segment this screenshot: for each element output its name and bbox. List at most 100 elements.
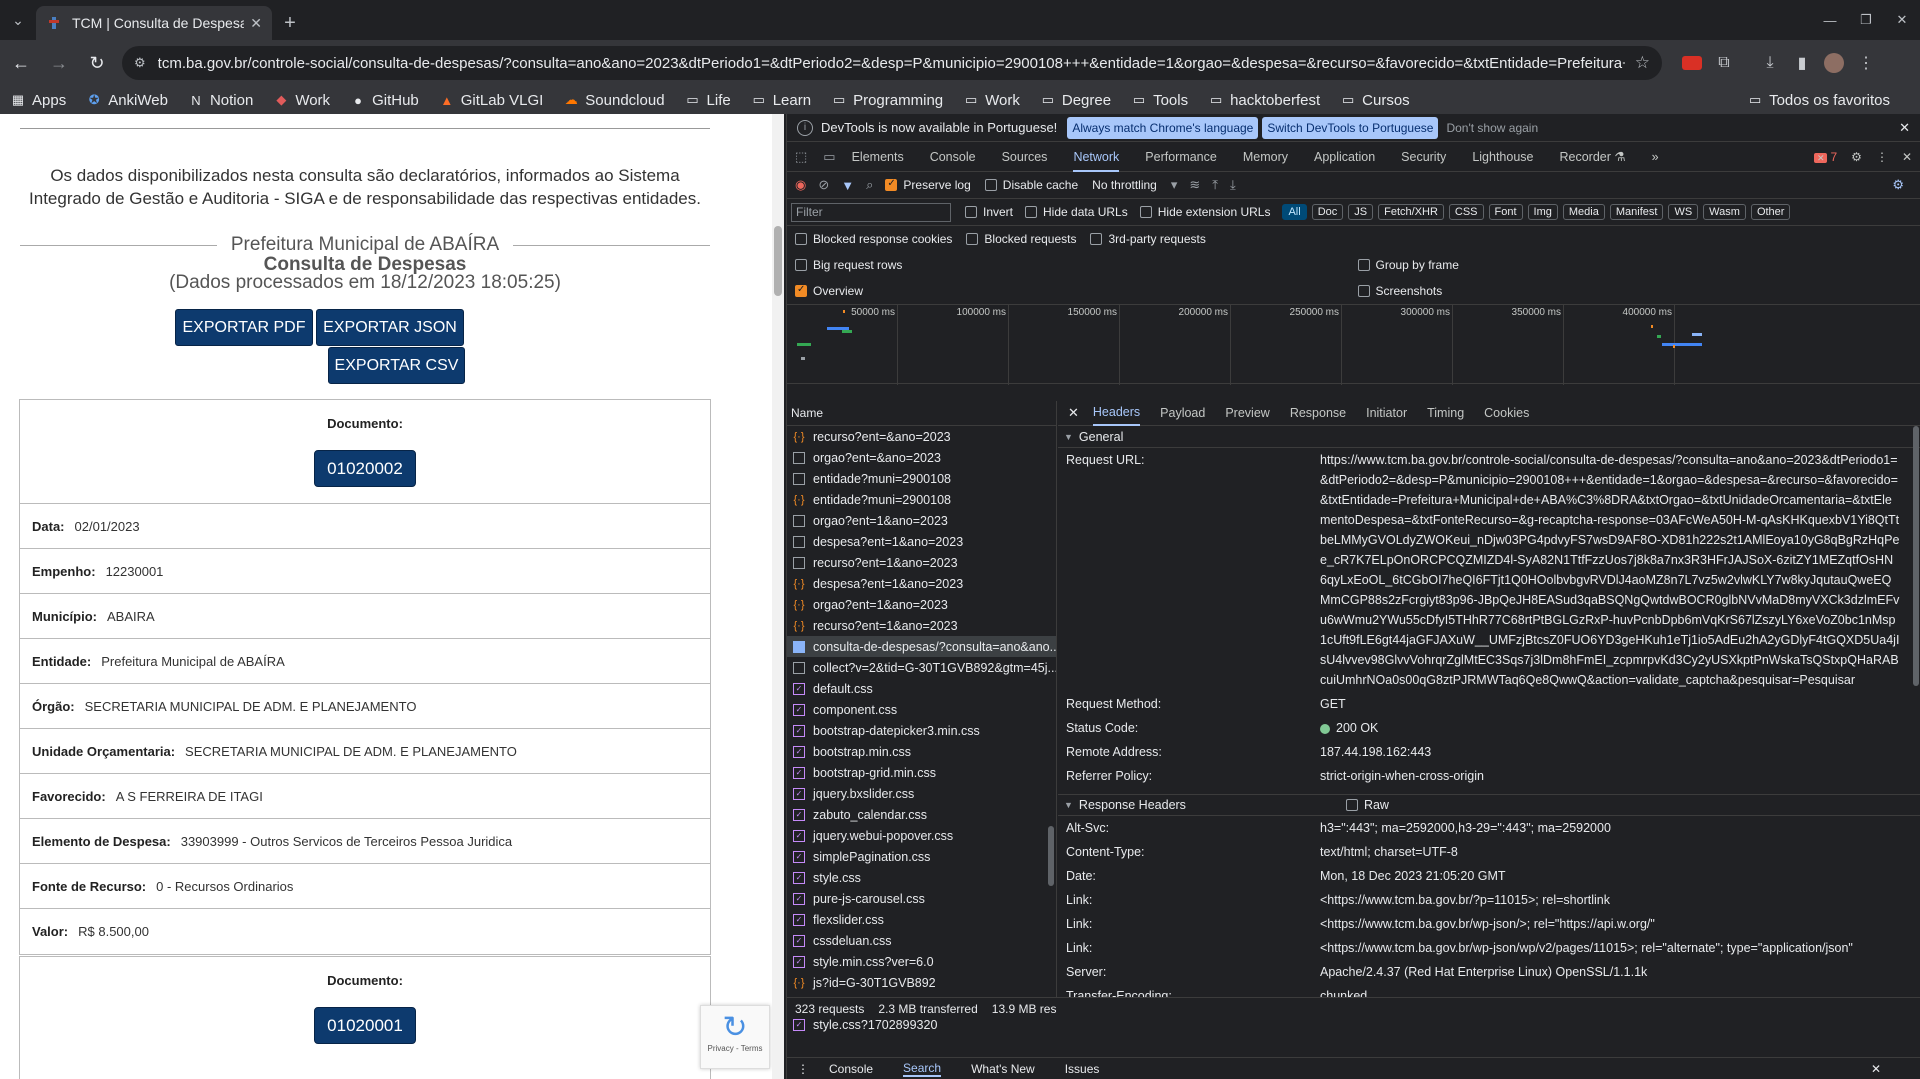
close-infobar-icon[interactable]: ✕: [1899, 120, 1910, 136]
request-row[interactable]: {·} orgao?ent=1&ano=2023: [787, 594, 1056, 615]
type-filter-font[interactable]: Font: [1488, 204, 1523, 220]
tab-performance[interactable]: Performance: [1145, 150, 1217, 164]
type-filter-fetchxhr[interactable]: Fetch/XHR: [1378, 204, 1444, 220]
new-tab-button[interactable]: +: [272, 6, 308, 40]
type-filter-manifest[interactable]: Manifest: [1609, 204, 1664, 220]
import-har-icon[interactable]: ⤒: [1212, 177, 1218, 193]
restore-icon[interactable]: ❐: [1848, 0, 1884, 40]
request-row[interactable]: orgao?ent=1&ano=2023: [787, 510, 1056, 531]
request-row[interactable]: ✓ component.css: [787, 699, 1056, 720]
request-row[interactable]: ✓ default.css: [787, 678, 1056, 699]
bookmark-life[interactable]: ▭ Life: [685, 92, 730, 109]
filter-input[interactable]: Filter: [791, 202, 951, 222]
request-row[interactable]: despesa?ent=1&ano=2023: [787, 531, 1056, 552]
detail-tab-timing[interactable]: Timing: [1427, 406, 1464, 420]
document-button[interactable]: 01020002: [314, 450, 416, 487]
export-har-icon[interactable]: ⤓: [1230, 177, 1236, 193]
request-row[interactable]: ✓ style.css: [787, 867, 1056, 888]
device-toolbar-icon[interactable]: ▭: [823, 149, 835, 165]
request-row[interactable]: {·} js?id=G-30T1GVB892: [787, 972, 1056, 993]
detail-scrollbar[interactable]: [1911, 426, 1920, 997]
request-row[interactable]: ✓ bootstrap-datepicker3.min.css: [787, 720, 1056, 741]
request-row[interactable]: collect?v=2&tid=G-30T1GVB892&gtm=45j...: [787, 657, 1056, 678]
bookmark-cursos[interactable]: ▭ Cursos: [1340, 92, 1410, 109]
overview-checkbox[interactable]: [795, 284, 807, 297]
network-conditions-icon[interactable]: ≋: [1189, 177, 1200, 193]
forward-icon[interactable]: →: [42, 46, 76, 80]
type-filter-doc[interactable]: Doc: [1311, 204, 1344, 220]
big-request-rows-checkbox[interactable]: [795, 259, 807, 271]
tab-memory[interactable]: Memory: [1243, 150, 1288, 164]
download-icon[interactable]: ⤓: [1754, 47, 1786, 79]
throttling-select[interactable]: No throttling: [1092, 178, 1157, 192]
close-drawer-icon[interactable]: ✕: [1871, 1062, 1881, 1076]
third-party-checkbox[interactable]: [1090, 233, 1103, 245]
type-filter-media[interactable]: Media: [1562, 204, 1605, 220]
hide-extension-urls-checkbox[interactable]: [1139, 206, 1152, 218]
network-settings-icon[interactable]: ⚙: [1892, 177, 1904, 193]
tab-application[interactable]: Application: [1314, 150, 1375, 164]
type-filter-css[interactable]: CSS: [1448, 204, 1484, 220]
detail-tab-initiator[interactable]: Initiator: [1366, 406, 1407, 420]
bookmark-programming[interactable]: ▭ Programming: [831, 92, 943, 109]
export-csv-button[interactable]: EXPORTAR CSV: [328, 347, 465, 384]
recaptcha-badge[interactable]: ↻ Privacy - Terms: [700, 1005, 770, 1069]
request-row[interactable]: ✓ jquery.bxslider.css: [787, 783, 1056, 804]
type-filter-all[interactable]: All: [1282, 204, 1307, 220]
bookmark-ankiweb[interactable]: ✪ AnkiWeb: [86, 92, 168, 109]
drawer-menu-icon[interactable]: ⋮: [797, 1062, 809, 1076]
request-row[interactable]: {·} recurso?ent=1&ano=2023: [787, 615, 1056, 636]
request-row[interactable]: entidade?muni=2900108: [787, 468, 1056, 489]
tab-close-icon[interactable]: ✕: [250, 15, 262, 32]
dont-show-again-button[interactable]: Don't show again: [1446, 121, 1538, 135]
tab-network[interactable]: Network: [1073, 142, 1120, 172]
kebab-menu-icon[interactable]: ⋮: [1876, 150, 1888, 164]
bookmark-all-favorites[interactable]: ▭ Todos os favoritos: [1747, 92, 1890, 109]
clear-icon[interactable]: ⊘: [818, 177, 829, 193]
site-info-icon[interactable]: ⚙: [134, 55, 146, 71]
minimize-icon[interactable]: —: [1812, 0, 1848, 40]
type-filter-wasm[interactable]: Wasm: [1703, 204, 1746, 220]
bookmark-learn[interactable]: ▭ Learn: [751, 92, 812, 109]
chrome-menu-icon[interactable]: ⋮: [1850, 47, 1882, 79]
request-row[interactable]: ✓ flexslider.css: [787, 909, 1056, 930]
disable-cache-checkbox[interactable]: [984, 179, 997, 191]
bookmark-work[interactable]: ▭ Work: [963, 92, 1020, 109]
extensions-puzzle-icon[interactable]: ⧉: [1708, 47, 1740, 79]
drawer-tab-search[interactable]: Search: [903, 1061, 942, 1077]
request-row[interactable]: {·} despesa?ent=1&ano=2023: [787, 573, 1056, 594]
request-row[interactable]: ✓ style.min.css?ver=6.0: [787, 951, 1056, 972]
tab-console[interactable]: Console: [930, 150, 976, 164]
general-section-header[interactable]: ▼ General: [1058, 426, 1920, 448]
bookmark-degree[interactable]: ▭ Degree: [1040, 92, 1111, 109]
request-row[interactable]: ✓ simplePagination.css: [787, 846, 1056, 867]
request-row[interactable]: ✓ zabuto_calendar.css: [787, 804, 1056, 825]
request-row[interactable]: ✓ jquery.webui-popover.css: [787, 825, 1056, 846]
group-by-frame-checkbox[interactable]: [1357, 259, 1370, 271]
preserve-log-checkbox[interactable]: [885, 178, 898, 191]
detail-tab-response[interactable]: Response: [1290, 406, 1346, 420]
tab-security[interactable]: Security: [1401, 150, 1446, 164]
drawer-tab-whatsnew[interactable]: What's New: [971, 1062, 1035, 1076]
hide-data-urls-checkbox[interactable]: [1025, 206, 1038, 218]
blocked-requests-checkbox[interactable]: [966, 233, 979, 245]
close-devtools-icon[interactable]: ✕: [1902, 150, 1912, 164]
inspect-icon[interactable]: ⬚: [795, 149, 807, 165]
filter-icon[interactable]: ▼: [841, 178, 854, 193]
switch-portuguese-button[interactable]: Switch DevTools to Portuguese: [1262, 116, 1439, 139]
tab-elements[interactable]: Elements: [852, 150, 904, 164]
export-pdf-button[interactable]: EXPORTAR PDF: [175, 309, 313, 346]
export-json-button[interactable]: EXPORTAR JSON: [316, 309, 464, 346]
type-filter-ws[interactable]: WS: [1668, 204, 1699, 220]
bookmark-soundcloud[interactable]: ☁ Soundcloud: [563, 92, 665, 109]
raw-checkbox[interactable]: [1345, 799, 1358, 811]
tab-sources[interactable]: Sources: [1002, 150, 1048, 164]
error-count-badge[interactable]: ✕ 7: [1800, 150, 1837, 164]
tab-lighthouse[interactable]: Lighthouse: [1472, 150, 1533, 164]
detail-tab-cookies[interactable]: Cookies: [1484, 406, 1529, 420]
request-row[interactable]: ✓ bootstrap.min.css: [787, 741, 1056, 762]
request-row[interactable]: consulta-de-despesas/?consulta=ano&ano..…: [787, 636, 1056, 657]
blocked-cookies-checkbox[interactable]: [795, 233, 807, 245]
drawer-tab-issues[interactable]: Issues: [1065, 1062, 1100, 1076]
invert-checkbox[interactable]: [965, 206, 977, 218]
